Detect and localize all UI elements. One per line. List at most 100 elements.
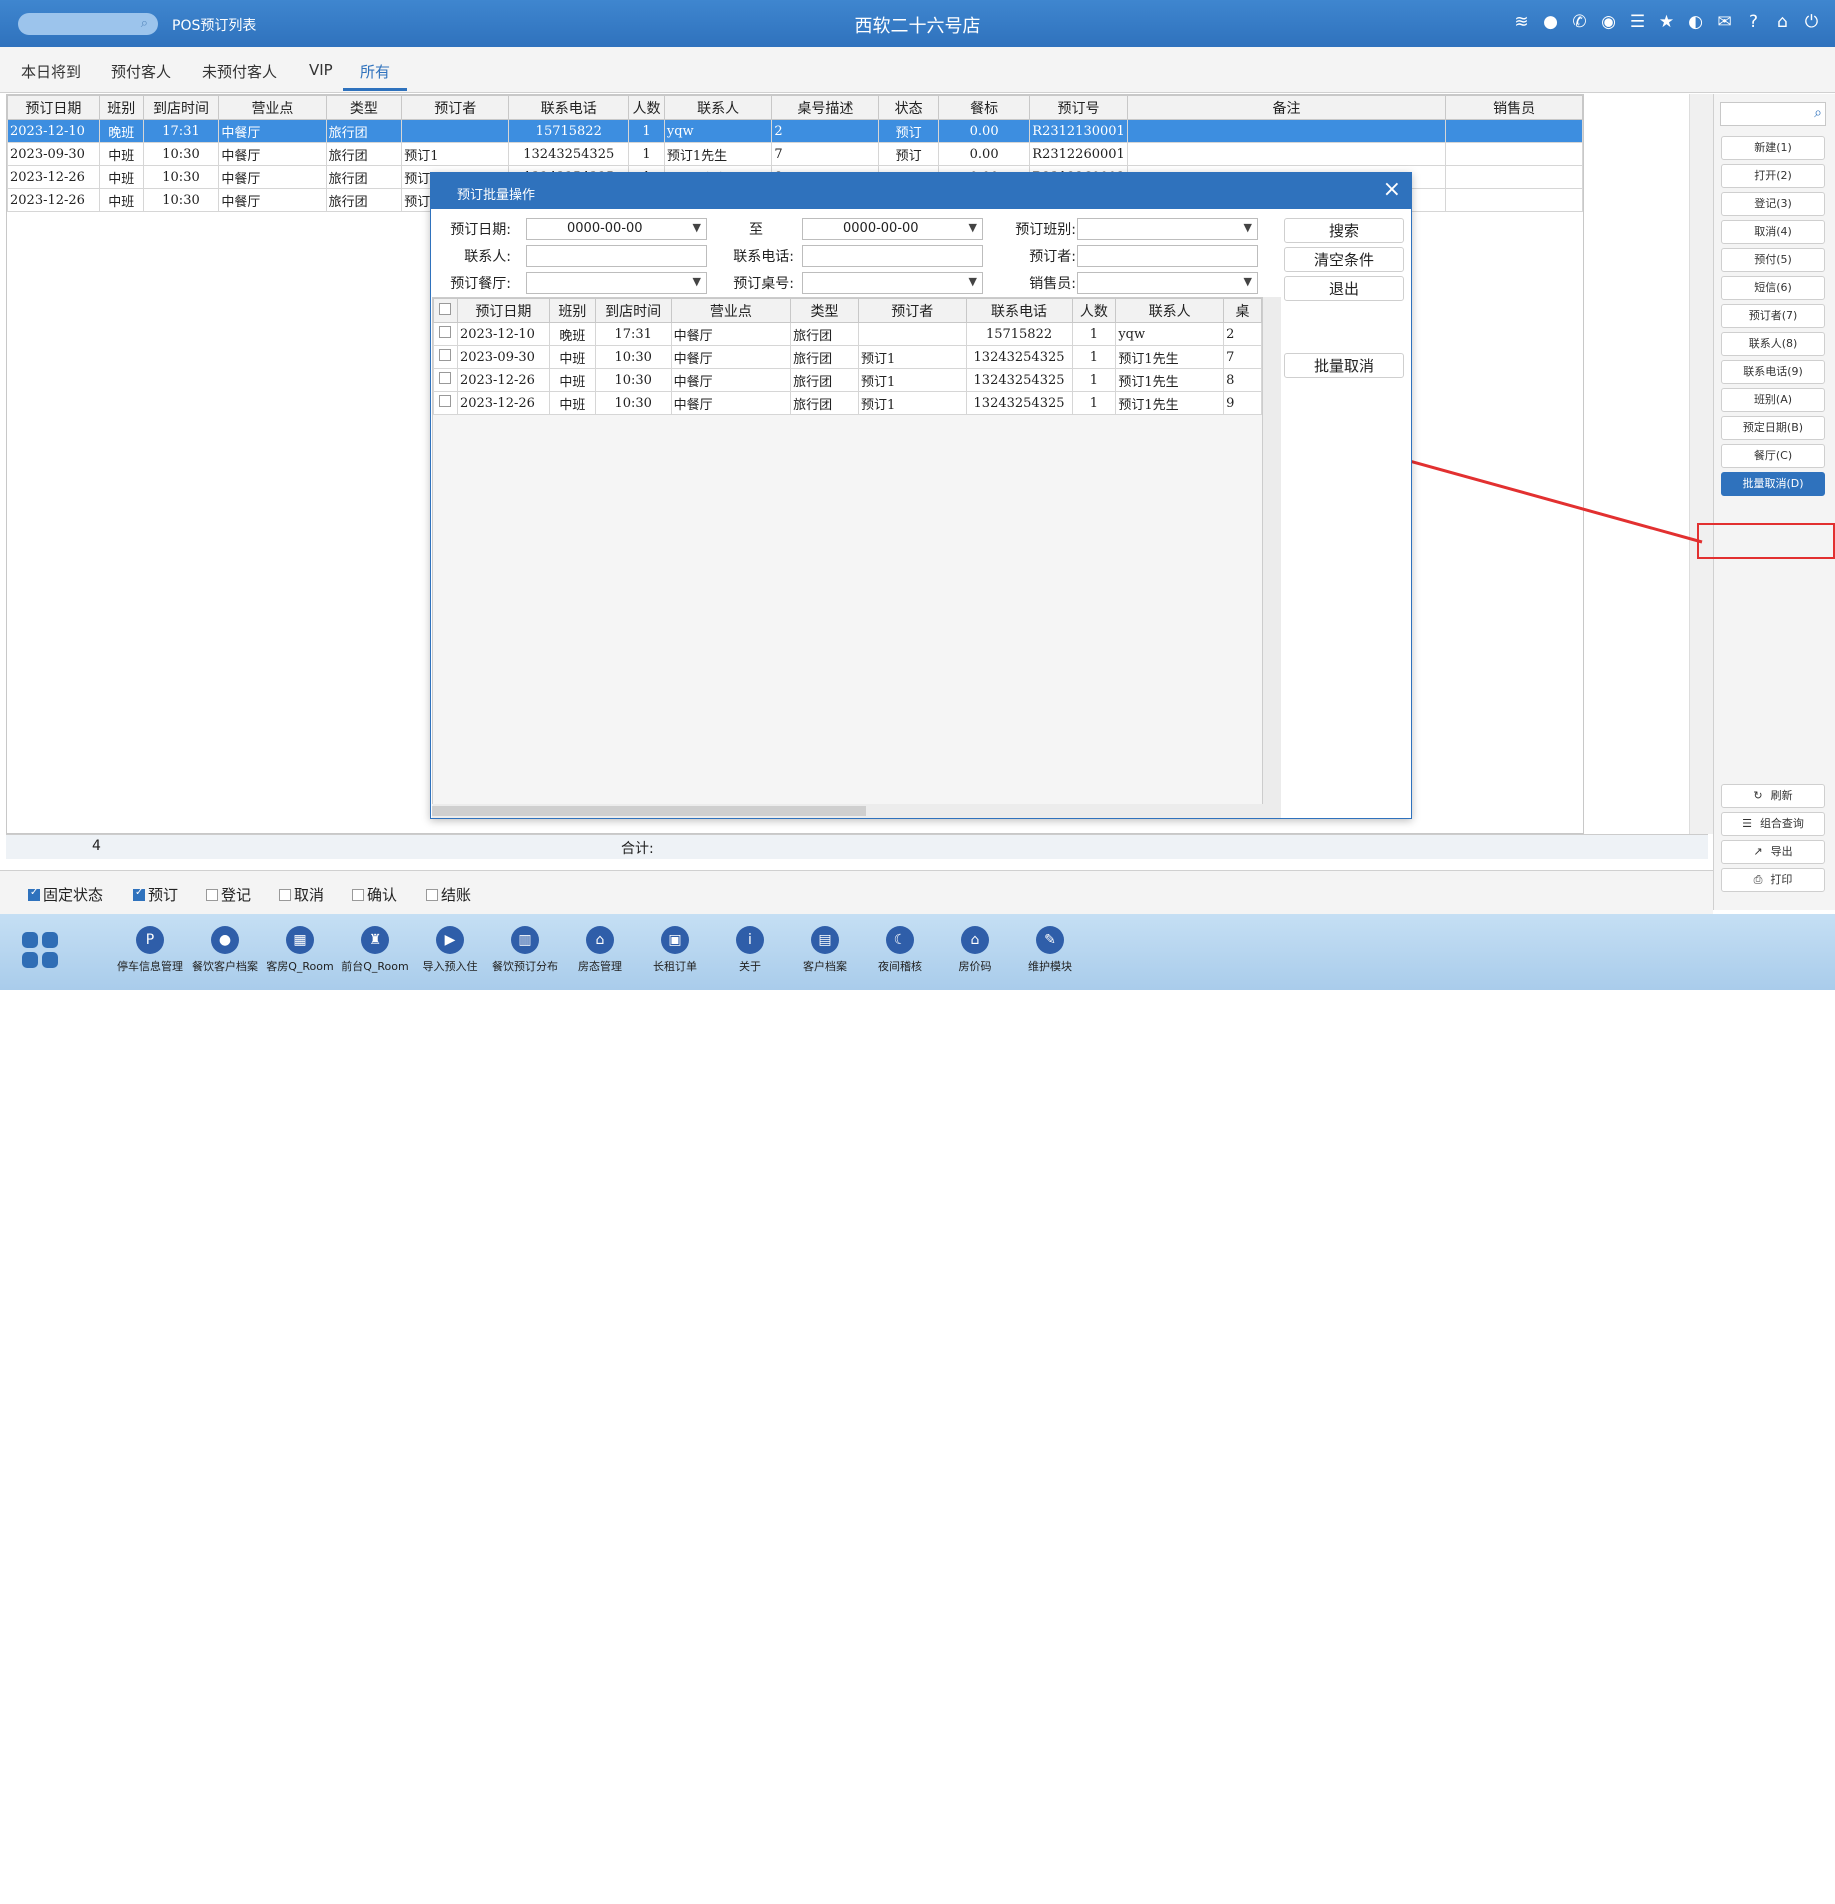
contact-input[interactable]: [526, 245, 707, 267]
taskbar-module[interactable]: ▥ 餐饮预订分布: [489, 926, 561, 974]
table-select[interactable]: ▼: [802, 272, 983, 294]
tab-all[interactable]: 所有: [360, 61, 390, 82]
column-header[interactable]: 销售员: [1445, 95, 1583, 120]
column-header[interactable]: 人数: [628, 95, 665, 120]
column-header[interactable]: 联系人: [1115, 298, 1225, 323]
contrast-icon[interactable]: ◐: [1686, 12, 1705, 32]
column-header[interactable]: 预订号: [1029, 95, 1128, 120]
power-icon[interactable]: ⏻: [1802, 12, 1821, 32]
tab-prepaid-guests[interactable]: 预付客人: [111, 61, 171, 82]
wifi-icon[interactable]: ≋: [1512, 12, 1531, 32]
table-row[interactable]: 2023-12-10 晚班 17:31 中餐厅 旅行团 15715822 1 yqw 2: [433, 322, 1262, 346]
action-button[interactable]: 预订者(7): [1721, 304, 1825, 328]
taskbar-module[interactable]: ✎ 维护模块: [1014, 926, 1086, 974]
action-button[interactable]: 取消(4): [1721, 220, 1825, 244]
search-button[interactable]: 搜索: [1284, 218, 1404, 243]
bottom-action-button[interactable]: ☰ 组合查询: [1721, 812, 1825, 836]
app-logo-icon[interactable]: [22, 932, 60, 970]
palette-icon[interactable]: ◉: [1599, 12, 1618, 32]
action-button[interactable]: 联系电话(9): [1721, 360, 1825, 384]
dialog-vertical-scrollbar[interactable]: [1263, 297, 1281, 807]
shift-select[interactable]: ▼: [1077, 218, 1258, 240]
action-button[interactable]: 新建(1): [1721, 136, 1825, 160]
bottom-action-button[interactable]: ↻ 刷新: [1721, 784, 1825, 808]
chat-icon[interactable]: ●: [1541, 12, 1560, 32]
column-header[interactable]: 到店时间: [142, 95, 220, 120]
row-checkbox[interactable]: [433, 345, 458, 369]
column-header[interactable]: 类型: [325, 95, 403, 120]
date-from-input[interactable]: 0000-00-00 ▼: [526, 218, 707, 240]
batch-cancel-button[interactable]: 批量取消: [1284, 353, 1404, 378]
mail-icon[interactable]: ✉: [1715, 12, 1734, 32]
quick-search-input[interactable]: ⌕: [1720, 102, 1826, 126]
date-to-input[interactable]: 0000-00-00 ▼: [802, 218, 983, 240]
menu-icon[interactable]: ☰: [1628, 12, 1647, 32]
status-filter-checkbox[interactable]: 登记: [206, 884, 251, 905]
status-filter-checkbox[interactable]: 预订: [133, 884, 178, 905]
taskbar-module[interactable]: ▦ 客房Q_Room: [264, 926, 336, 974]
taskbar-module[interactable]: ⌂ 房价码: [939, 926, 1011, 974]
column-header[interactable]: 桌号描述: [771, 95, 880, 120]
action-button[interactable]: 联系人(8): [1721, 332, 1825, 356]
action-button[interactable]: 短信(6): [1721, 276, 1825, 300]
action-button[interactable]: 打开(2): [1721, 164, 1825, 188]
dialog-scroll-thumb[interactable]: [432, 806, 866, 816]
table-row[interactable]: 2023-12-26中班10:30中餐厅旅行团预订1132432543251预订…: [433, 391, 1262, 415]
row-checkbox[interactable]: [433, 391, 458, 415]
column-header[interactable]: 班别: [98, 95, 144, 120]
status-filter-checkbox[interactable]: 固定状态: [28, 884, 103, 905]
column-header[interactable]: 到店时间: [594, 298, 672, 323]
column-header[interactable]: 预订日期: [7, 95, 100, 120]
clear-conditions-button[interactable]: 清空条件: [1284, 247, 1404, 272]
select-all-checkbox[interactable]: [433, 298, 458, 323]
taskbar-module[interactable]: ▣ 长租订单: [639, 926, 711, 974]
column-header[interactable]: 营业点: [218, 95, 327, 120]
column-header[interactable]: 类型: [790, 298, 859, 323]
close-icon[interactable]: ×: [1383, 177, 1401, 202]
bottom-action-button[interactable]: ↗ 导出: [1721, 840, 1825, 864]
home-icon[interactable]: ⌂: [1773, 12, 1792, 32]
action-button[interactable]: 登记(3): [1721, 192, 1825, 216]
phone-icon[interactable]: ✆: [1570, 12, 1589, 32]
action-button[interactable]: 预定日期(B): [1721, 416, 1825, 440]
taskbar-module[interactable]: ⌂ 房态管理: [564, 926, 636, 974]
column-header[interactable]: 人数: [1071, 298, 1117, 323]
restaurant-select[interactable]: ▼: [526, 272, 707, 294]
phone-input[interactable]: [802, 245, 983, 267]
table-row[interactable]: 2023-09-30 中班 10:30 中餐厅 旅行团 预订1 13243254325 1 预订…: [433, 345, 1262, 369]
action-button[interactable]: 餐厅(C): [1721, 444, 1825, 468]
table-row[interactable]: 2023-09-30 中班 10:30 中餐厅 旅行团 预订1 13243254325 1 预订…: [7, 142, 1583, 166]
column-header[interactable]: 营业点: [670, 298, 792, 323]
table-row[interactable]: 2023-12-26中班10:30中餐厅旅行团预订1132432543251预订…: [433, 368, 1262, 392]
status-filter-checkbox[interactable]: 取消: [279, 884, 324, 905]
bottom-action-button[interactable]: ⎙ 打印: [1721, 868, 1825, 892]
action-button[interactable]: 预付(5): [1721, 248, 1825, 272]
column-header[interactable]: 桌: [1223, 298, 1262, 323]
taskbar-module[interactable]: ♜ 前台Q_Room: [339, 926, 411, 974]
status-filter-checkbox[interactable]: 确认: [352, 884, 397, 905]
tab-unpaid-guests[interactable]: 未预付客人: [202, 61, 277, 82]
column-header[interactable]: 预订者: [401, 95, 510, 120]
status-filter-checkbox[interactable]: 结账: [426, 884, 471, 905]
column-header[interactable]: 餐标: [937, 95, 1031, 120]
exit-button[interactable]: 退出: [1284, 276, 1404, 301]
help-icon[interactable]: ?: [1744, 12, 1763, 32]
booker-input[interactable]: [1077, 245, 1258, 267]
column-header[interactable]: 联系人: [663, 95, 773, 120]
taskbar-module[interactable]: ▶ 导入预入住: [414, 926, 486, 974]
action-button[interactable]: 班别(A): [1721, 388, 1825, 412]
row-checkbox[interactable]: [433, 322, 458, 346]
taskbar-module[interactable]: P 停车信息管理: [114, 926, 186, 974]
column-header[interactable]: 备注: [1126, 95, 1447, 120]
column-header[interactable]: 联系电话: [508, 95, 630, 120]
tab-arriving-today[interactable]: 本日将到: [21, 61, 81, 82]
taskbar-module[interactable]: ☾ 夜间稽核: [864, 926, 936, 974]
column-header[interactable]: 班别: [548, 298, 596, 323]
taskbar-module[interactable]: ▤ 客户档案: [789, 926, 861, 974]
tab-vip[interactable]: VIP: [309, 61, 333, 79]
row-checkbox[interactable]: [433, 368, 458, 392]
sales-select[interactable]: ▼: [1077, 272, 1258, 294]
star-icon[interactable]: ★: [1657, 12, 1676, 32]
column-header[interactable]: 联系电话: [965, 298, 1073, 323]
column-header[interactable]: 预订日期: [456, 298, 550, 323]
